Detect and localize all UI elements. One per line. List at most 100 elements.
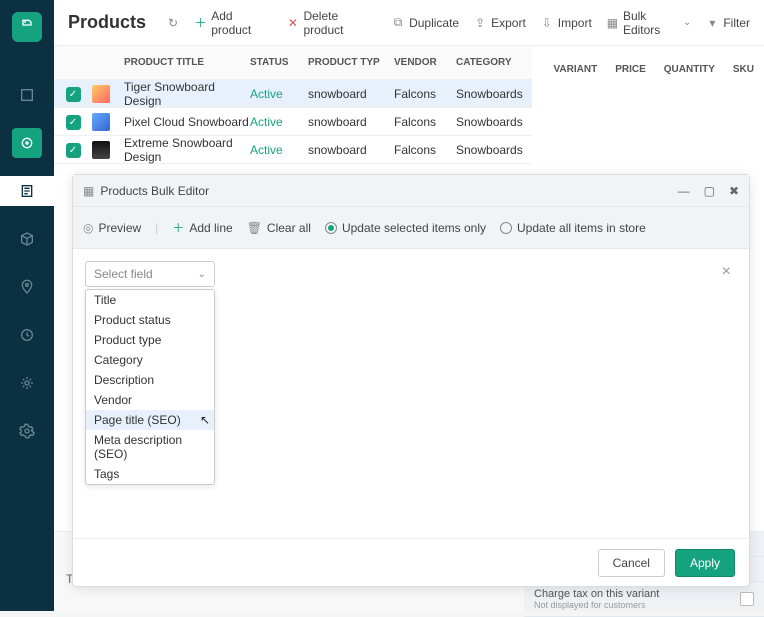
cell-title: Tiger Snowboard Design xyxy=(116,80,250,108)
select-field-dropdown[interactable]: Select field ⌄ xyxy=(85,261,215,287)
cell-status: Active xyxy=(250,115,308,129)
radio-icon xyxy=(500,222,512,234)
dropdown-option[interactable]: Product type xyxy=(86,330,214,350)
plus-icon: ＋ xyxy=(194,16,207,30)
delete-product-button[interactable]: ✕ Delete product xyxy=(286,9,377,37)
grid-icon: ▦ xyxy=(606,16,619,30)
dropdown-option[interactable]: Title xyxy=(86,290,214,310)
chevron-down-icon: ⌄ xyxy=(683,17,691,28)
modal-header: ▦ Products Bulk Editor — ▢ ✖ xyxy=(73,175,749,207)
sidebar-item-home[interactable] xyxy=(12,80,42,110)
cell-title: Pixel Cloud Snowboard xyxy=(116,115,250,129)
header-sku[interactable]: SKU xyxy=(733,64,754,75)
update-selected-label: Update selected items only xyxy=(342,221,486,235)
sidebar-item-pages[interactable] xyxy=(0,176,54,206)
checkbox-icon[interactable]: ✓ xyxy=(66,143,81,158)
import-label: Import xyxy=(558,16,592,30)
product-table-wrap: PRODUCT TITLE STATUS PRODUCT TYP VENDOR … xyxy=(54,46,764,164)
header-status[interactable]: STATUS xyxy=(250,57,308,68)
sidebar-item-products[interactable] xyxy=(12,128,42,158)
cell-status: Active xyxy=(250,87,308,101)
checkbox-icon[interactable]: ✓ xyxy=(66,87,81,102)
charge-tax-row[interactable]: Charge tax on this variant Not displayed… xyxy=(524,582,764,617)
remove-line-button[interactable]: × xyxy=(722,263,731,281)
update-all-radio[interactable]: Update all items in store xyxy=(500,221,646,235)
cancel-button[interactable]: Cancel xyxy=(598,549,665,577)
clear-all-button[interactable]: 🗑Clear all xyxy=(247,221,311,235)
maximize-button[interactable]: ▢ xyxy=(704,184,715,198)
dropdown-option[interactable]: Tags xyxy=(86,464,214,484)
dropdown-option[interactable]: Product status xyxy=(86,310,214,330)
cell-type: snowboard xyxy=(308,87,394,101)
x-icon: ✕ xyxy=(286,16,299,30)
modal-footer: Cancel Apply xyxy=(73,538,749,586)
clearall-label: Clear all xyxy=(267,221,311,235)
add-product-label: Add product xyxy=(211,9,272,37)
product-thumbnail xyxy=(92,141,110,159)
refresh-button[interactable]: ↻ xyxy=(166,16,180,30)
preview-label: Preview xyxy=(98,221,141,235)
modal-toolbar: ◎Preview | ＋Add line 🗑Clear all Update s… xyxy=(73,207,749,249)
table-row[interactable]: ✓ Pixel Cloud Snowboard Active snowboard… xyxy=(54,108,532,136)
sidebar-item-location[interactable] xyxy=(12,272,42,302)
grid-icon: ▦ xyxy=(83,184,94,198)
apply-button[interactable]: Apply xyxy=(675,549,735,577)
app-logo xyxy=(12,12,42,42)
header-title[interactable]: PRODUCT TITLE xyxy=(116,57,250,68)
dropdown-option[interactable]: Category xyxy=(86,350,214,370)
charge-tax-checkbox[interactable] xyxy=(740,592,754,606)
radio-icon xyxy=(325,222,337,234)
import-button[interactable]: ⇩ Import xyxy=(540,16,592,30)
checkbox-icon[interactable]: ✓ xyxy=(66,115,81,130)
header-category[interactable]: CATEGORY xyxy=(456,57,532,68)
header-vendor[interactable]: VENDOR xyxy=(394,57,456,68)
cell-vendor: Falcons xyxy=(394,143,456,157)
export-button[interactable]: ⇪Export xyxy=(473,16,526,30)
table-row[interactable]: ✓ Tiger Snowboard Design Active snowboar… xyxy=(54,80,532,108)
add-line-button[interactable]: ＋Add line xyxy=(172,219,232,236)
preview-button[interactable]: ◎Preview xyxy=(83,221,141,235)
cell-category: Snowboards xyxy=(456,87,532,101)
dropdown-option[interactable]: Description xyxy=(86,370,214,390)
sidebar-item-ai[interactable] xyxy=(12,368,42,398)
bulk-editor-modal: ▦ Products Bulk Editor — ▢ ✖ ◎Preview | … xyxy=(72,174,750,587)
select-placeholder: Select field xyxy=(94,267,153,281)
duplicate-icon: ⧉ xyxy=(391,16,405,30)
bulk-editors-button[interactable]: ▦Bulk Editors⌄ xyxy=(606,9,692,37)
update-selected-radio[interactable]: Update selected items only xyxy=(325,221,486,235)
duplicate-label: Duplicate xyxy=(409,16,459,30)
page-header: Products ↻ ＋Add product ✕Delete product … xyxy=(54,0,764,46)
minimize-button[interactable]: — xyxy=(678,184,690,198)
product-table: PRODUCT TITLE STATUS PRODUCT TYP VENDOR … xyxy=(54,46,532,164)
refresh-icon: ↻ xyxy=(166,16,180,30)
dropdown-option[interactable]: Page title (SEO)↖ xyxy=(86,410,214,430)
duplicate-button[interactable]: ⧉ Duplicate xyxy=(391,16,459,30)
header-quantity[interactable]: QUANTITY xyxy=(664,64,715,75)
dropdown-option-label: Page title (SEO) xyxy=(94,413,181,427)
sidebar-item-time[interactable] xyxy=(12,320,42,350)
table-row[interactable]: ✓ Extreme Snowboard Design Active snowbo… xyxy=(54,136,532,164)
charge-tax-hint: Not displayed for customers xyxy=(534,600,659,610)
close-button[interactable]: ✖ xyxy=(729,184,739,198)
cell-type: snowboard xyxy=(308,143,394,157)
header-variant[interactable]: VARIANT xyxy=(554,64,598,75)
cell-category: Snowboards xyxy=(456,143,532,157)
delete-product-label: Delete product xyxy=(303,9,377,37)
dropdown-option[interactable]: Meta description (SEO) xyxy=(86,430,214,464)
dropdown-option[interactable]: Vendor xyxy=(86,390,214,410)
cell-title: Extreme Snowboard Design xyxy=(116,136,250,164)
cell-status: Active xyxy=(250,143,308,157)
modal-body: Select field ⌄ × Title Product status Pr… xyxy=(73,249,749,538)
sidebar-item-cube[interactable] xyxy=(12,224,42,254)
table-header: PRODUCT TITLE STATUS PRODUCT TYP VENDOR … xyxy=(54,46,532,80)
sidebar-item-settings[interactable] xyxy=(12,416,42,446)
add-product-button[interactable]: ＋ Add product xyxy=(194,9,272,37)
filter-button[interactable]: ▾Filter xyxy=(705,16,750,30)
update-all-label: Update all items in store xyxy=(517,221,646,235)
import-icon: ⇩ xyxy=(540,16,554,30)
filter-icon: ▾ xyxy=(705,16,719,30)
header-price[interactable]: PRICE xyxy=(615,64,646,75)
addline-label: Add line xyxy=(189,221,232,235)
header-type[interactable]: PRODUCT TYP xyxy=(308,57,394,68)
cell-type: snowboard xyxy=(308,115,394,129)
